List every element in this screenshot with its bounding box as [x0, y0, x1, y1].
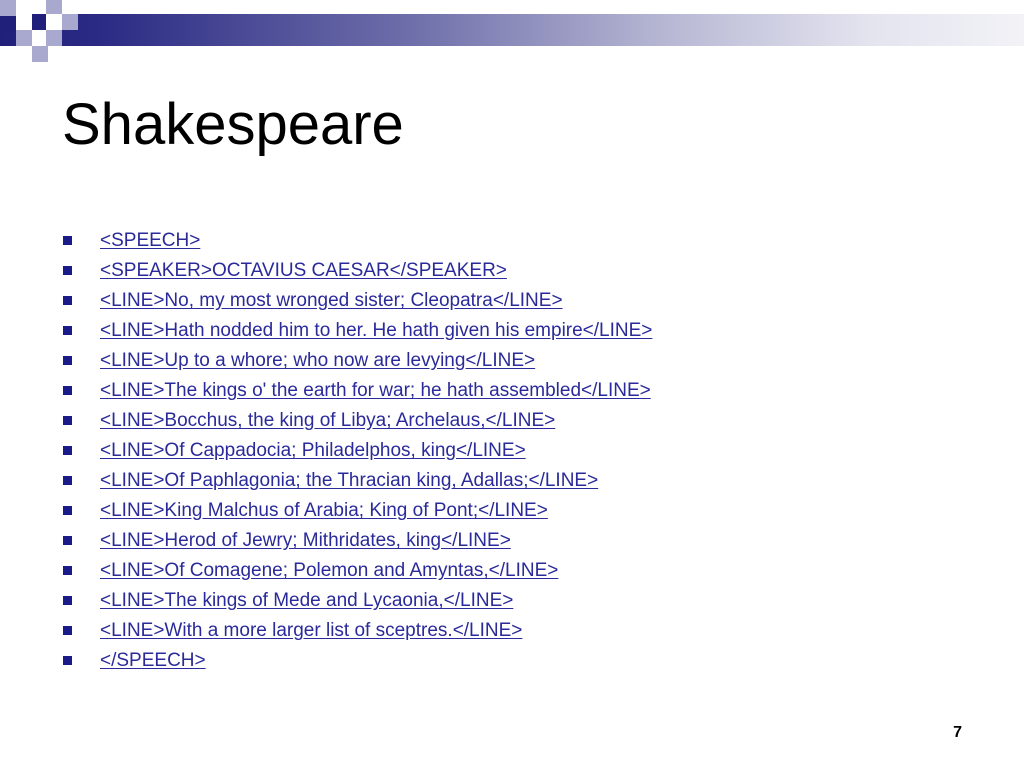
bullet-link[interactable]: </SPEECH> — [100, 650, 206, 671]
bullet-item: <SPEAKER>OCTAVIUS CAESAR</SPEAKER> — [62, 256, 652, 286]
page-number: 7 — [953, 724, 962, 741]
bullet-link[interactable]: <LINE>The kings o' the earth for war; he… — [100, 380, 651, 401]
bullet-item: <LINE>Up to a whore; who now are levying… — [62, 346, 652, 376]
bullet-item: </SPEECH> — [62, 646, 652, 676]
corner-square — [0, 16, 16, 32]
bullet-item: <SPEECH> — [62, 226, 652, 256]
square-bullet-icon — [63, 596, 72, 605]
bullet-item: <LINE>Of Cappadocia; Philadelphos, king<… — [62, 436, 652, 466]
bullet-link[interactable]: <LINE>With a more larger list of sceptre… — [100, 620, 522, 641]
bullet-item: <LINE>No, my most wronged sister; Cleopa… — [62, 286, 652, 316]
square-bullet-icon — [63, 326, 72, 335]
square-bullet-icon — [63, 476, 72, 485]
slide: Shakespeare <SPEECH> <SPEAKER>OCTAVIUS CA… — [0, 0, 1024, 768]
bullet-list: <SPEECH> <SPEAKER>OCTAVIUS CAESAR</SPEAKE… — [62, 226, 652, 676]
corner-square — [16, 30, 32, 46]
bullet-link[interactable]: <LINE>King Malchus of Arabia; King of Po… — [100, 500, 548, 521]
header-gradient-band — [0, 14, 1024, 46]
square-bullet-icon — [63, 416, 72, 425]
bullet-item: <LINE>With a more larger list of sceptre… — [62, 616, 652, 646]
bullet-link[interactable]: <SPEAKER>OCTAVIUS CAESAR</SPEAKER> — [100, 260, 507, 281]
corner-square — [0, 0, 16, 16]
square-bullet-icon — [63, 446, 72, 455]
corner-square — [16, 14, 32, 30]
bullet-link[interactable]: <LINE>No, my most wronged sister; Cleopa… — [100, 290, 563, 311]
square-bullet-icon — [63, 506, 72, 515]
bullet-link[interactable]: <LINE>Hath nodded him to her. He hath gi… — [100, 320, 652, 341]
bullet-item: <LINE>Of Comagene; Polemon and Amyntas,<… — [62, 556, 652, 586]
bullet-link[interactable]: <LINE>Up to a whore; who now are levying… — [100, 350, 535, 371]
bullet-link[interactable]: <LINE>Bocchus, the king of Libya; Archel… — [100, 410, 555, 431]
bullet-link[interactable]: <LINE>The kings of Mede and Lycaonia,</L… — [100, 590, 513, 611]
square-bullet-icon — [63, 626, 72, 635]
corner-square — [46, 14, 62, 30]
bullet-item: <LINE>Hath nodded him to her. He hath gi… — [62, 316, 652, 346]
corner-square — [62, 14, 78, 30]
square-bullet-icon — [63, 386, 72, 395]
bullet-item: <LINE>The kings of Mede and Lycaonia,</L… — [62, 586, 652, 616]
square-bullet-icon — [63, 266, 72, 275]
bullet-link[interactable]: <SPEECH> — [100, 230, 200, 251]
bullet-item: <LINE>Herod of Jewry; Mithridates, king<… — [62, 526, 652, 556]
corner-square — [46, 30, 62, 46]
square-bullet-icon — [63, 236, 72, 245]
bullet-item: <LINE>Bocchus, the king of Libya; Archel… — [62, 406, 652, 436]
square-bullet-icon — [63, 356, 72, 365]
square-bullet-icon — [63, 536, 72, 545]
bullet-link[interactable]: <LINE>Of Paphlagonia; the Thracian king,… — [100, 470, 598, 491]
bullet-item: <LINE>Of Paphlagonia; the Thracian king,… — [62, 466, 652, 496]
corner-square — [32, 46, 48, 62]
bullet-link[interactable]: <LINE>Of Cappadocia; Philadelphos, king<… — [100, 440, 526, 461]
bullet-item: <LINE>King Malchus of Arabia; King of Po… — [62, 496, 652, 526]
bullet-item: <LINE>The kings o' the earth for war; he… — [62, 376, 652, 406]
slide-title: Shakespeare — [62, 92, 404, 157]
square-bullet-icon — [63, 566, 72, 575]
bullet-link[interactable]: <LINE>Herod of Jewry; Mithridates, king<… — [100, 530, 511, 551]
square-bullet-icon — [63, 296, 72, 305]
square-bullet-icon — [63, 656, 72, 665]
bullet-link[interactable]: <LINE>Of Comagene; Polemon and Amyntas,<… — [100, 560, 558, 581]
